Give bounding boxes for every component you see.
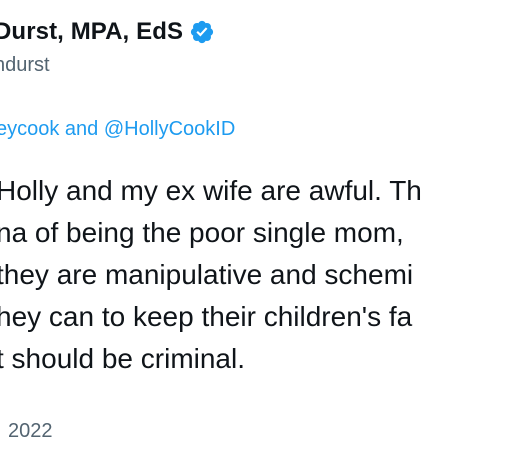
tweet-text-line: hey can to keep their children's fa xyxy=(0,301,413,332)
author-handle[interactable]: ndurst xyxy=(0,54,50,77)
tweet-text-line: na of being the poor single mom, xyxy=(0,217,404,248)
tweet: Durst, MPA, EdS ndurst eycook and @Holly… xyxy=(0,0,520,474)
verified-badge-icon xyxy=(189,19,215,45)
tweet-timestamp[interactable]: 2022 xyxy=(8,420,53,443)
tweet-text-line: Holly and my ex wife are awful. Th xyxy=(0,175,422,206)
tweet-text-line: t should be criminal. xyxy=(0,343,246,374)
author-row: Durst, MPA, EdS xyxy=(0,18,215,46)
reply-connector: and xyxy=(59,118,104,140)
tweet-text-line: they are manipulative and schemi xyxy=(0,259,414,290)
reply-mention-1[interactable]: eycook xyxy=(0,118,59,140)
tweet-text: Holly and my ex wife are awful. Th na of… xyxy=(0,170,520,380)
author-display-name[interactable]: Durst, MPA, EdS xyxy=(0,18,183,46)
reply-mention-2[interactable]: @HollyCookID xyxy=(104,118,235,140)
replying-to-line: eycook and @HollyCookID xyxy=(0,118,235,141)
